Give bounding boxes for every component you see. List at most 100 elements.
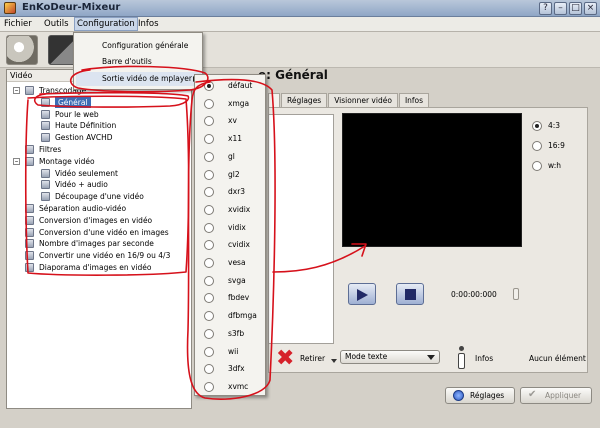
- mplayer-option[interactable]: xvmc: [195, 380, 267, 394]
- info-icon[interactable]: [457, 346, 466, 370]
- play-button[interactable]: [348, 283, 376, 305]
- menu-outils[interactable]: Outils: [44, 19, 69, 29]
- menu-item-barre-outils[interactable]: Barre d'outils: [102, 57, 152, 66]
- mplayer-option[interactable]: xmga: [195, 97, 267, 111]
- menu-fichier[interactable]: Fichier: [4, 19, 32, 29]
- folder-icon: [25, 145, 34, 154]
- mplayer-option-label: wii: [228, 346, 239, 356]
- ratio-label: 4:3: [548, 121, 561, 130]
- menu-bar: Fichier Outils Configuration Infos: [0, 17, 600, 32]
- reglages-label: Réglages: [470, 391, 505, 400]
- mplayer-option[interactable]: gl2: [195, 168, 267, 182]
- mplayer-option-label: x11: [228, 134, 242, 144]
- configuration-menu: Configuration générale Barre d'outils So…: [73, 32, 203, 90]
- mplayer-option[interactable]: dfbmga: [195, 309, 267, 323]
- tree-item-label: Nombre d'images par seconde: [39, 239, 154, 249]
- tree-item-label: Conversion d'images en vidéo: [39, 215, 153, 225]
- collapse-icon[interactable]: –: [13, 157, 20, 165]
- minimize-button[interactable]: –: [554, 2, 567, 15]
- play-icon: [357, 289, 368, 301]
- menu-item-sortie-video[interactable]: Sortie vidéo de mplayer: [102, 74, 192, 83]
- checkmark-icon: ✔: [528, 389, 537, 400]
- mplayer-option-label: s3fb: [228, 328, 245, 338]
- tab-visionner-video[interactable]: Visionner vidéo: [328, 93, 398, 107]
- mplayer-option-label: dfbmga: [228, 311, 257, 321]
- folder-icon: [41, 97, 50, 107]
- title-bar: EnKoDeur-Mixeur ? – □ ×: [0, 0, 600, 17]
- maximize-button[interactable]: □: [569, 2, 582, 15]
- mplayer-option[interactable]: xv: [195, 114, 267, 128]
- infos-label: Infos: [475, 354, 494, 363]
- menu-item-configuration-generale[interactable]: Configuration générale: [102, 41, 188, 50]
- reglages-button[interactable]: Réglages: [445, 387, 515, 404]
- mplayer-option[interactable]: défaut: [195, 79, 267, 93]
- folder-icon: [25, 251, 34, 261]
- radio-icon: [204, 81, 214, 91]
- radio-icon: [532, 141, 542, 151]
- mplayer-option[interactable]: dxr3: [195, 185, 267, 199]
- mplayer-option-label: xvidix: [228, 204, 251, 214]
- chevron-down-icon: [427, 355, 435, 360]
- remove-icon[interactable]: ✖: [276, 348, 294, 370]
- folder-icon: [25, 86, 34, 95]
- retirer-button[interactable]: Retirer: [300, 354, 325, 363]
- radio-icon: [532, 121, 542, 131]
- tree-item-label: Convertir une vidéo en 16/9 ou 4/3: [39, 251, 171, 261]
- window-controls: ? – □ ×: [539, 2, 597, 15]
- ratio-label: 16:9: [548, 141, 565, 150]
- radio-icon: [204, 151, 214, 162]
- tree-item-label: Pour le web: [55, 109, 99, 119]
- mplayer-option[interactable]: wii: [195, 345, 267, 359]
- radio-icon: [204, 187, 214, 198]
- mode-select[interactable]: Mode texte: [340, 350, 440, 364]
- folder-icon: [41, 168, 50, 178]
- mplayer-option[interactable]: vesa: [195, 256, 267, 270]
- radio-icon: [204, 311, 214, 322]
- film-reel-icon[interactable]: [6, 35, 38, 65]
- tab-first[interactable]: [268, 93, 280, 107]
- mplayer-option-label: gl: [228, 151, 235, 161]
- chevron-down-icon[interactable]: [331, 359, 337, 363]
- mplayer-option[interactable]: svga: [195, 274, 267, 288]
- ratio-label: w:h: [548, 161, 562, 170]
- tree-item-label: Vidéo seulement: [55, 168, 118, 178]
- page-title: e: Général: [258, 68, 328, 82]
- tree-item-label: Vidéo + audio: [55, 180, 108, 190]
- mplayer-option[interactable]: cvidix: [195, 238, 267, 252]
- menu-infos[interactable]: Infos: [138, 19, 159, 29]
- mplayer-option[interactable]: 3dfx: [195, 362, 267, 376]
- mplayer-option[interactable]: vidix: [195, 221, 267, 235]
- mplayer-option[interactable]: x11: [195, 132, 267, 146]
- folder-icon: [41, 109, 50, 119]
- tab-bar: Réglages Visionner vidéo Infos: [268, 93, 430, 107]
- collapse-icon[interactable]: –: [13, 87, 20, 94]
- tab-infos[interactable]: Infos: [398, 93, 430, 107]
- mplayer-option-label: svga: [228, 275, 246, 285]
- menu-configuration[interactable]: Configuration: [74, 17, 138, 31]
- mplayer-option[interactable]: gl: [195, 150, 267, 164]
- app-icon: [4, 2, 16, 14]
- appliquer-button[interactable]: ✔ Appliquer: [520, 387, 592, 404]
- tab-reglages[interactable]: Réglages: [281, 93, 328, 107]
- tree-item-label: Haute Définition: [55, 121, 117, 131]
- folder-icon: [25, 204, 34, 213]
- close-button[interactable]: ×: [584, 2, 597, 15]
- folder-icon: [41, 133, 50, 143]
- radio-icon: [204, 222, 214, 233]
- radio-icon: [204, 364, 214, 375]
- file-list[interactable]: [268, 114, 334, 344]
- stop-button[interactable]: [396, 283, 424, 305]
- radio-icon: [204, 98, 214, 109]
- status-text: Aucun élément: [529, 354, 586, 363]
- mplayer-option[interactable]: fbdev: [195, 291, 267, 305]
- folder-icon: [25, 239, 34, 249]
- mplayer-option[interactable]: s3fb: [195, 327, 267, 341]
- volume-slider[interactable]: [513, 288, 519, 300]
- tree-item-label: Montage vidéo: [39, 156, 95, 166]
- mplayer-option-label: 3dfx: [228, 364, 245, 374]
- help-button[interactable]: ?: [539, 2, 552, 15]
- mplayer-option[interactable]: xvidix: [195, 203, 267, 217]
- radio-icon: [204, 240, 214, 251]
- radio-icon: [204, 204, 214, 215]
- tree-item-label: Général: [55, 96, 91, 108]
